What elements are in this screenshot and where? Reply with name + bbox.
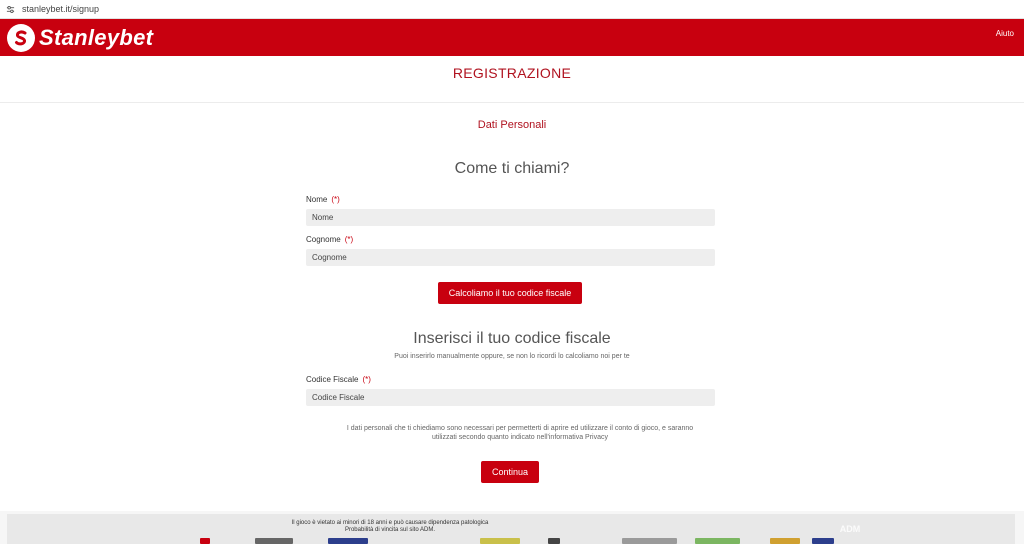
brand-name: Stanleybet	[39, 24, 154, 50]
required-marker: (*)	[362, 375, 371, 384]
calculate-fiscal-code-button[interactable]: Calcoliamo il tuo codice fiscale	[438, 282, 582, 304]
nome-label: Nome (*)	[306, 195, 340, 204]
nome-input[interactable]	[306, 209, 715, 226]
required-marker: (*)	[344, 235, 354, 244]
privacy-line-2: utilizzati secondo quanto indicato nell'…	[431, 434, 609, 441]
required-marker: (*)	[331, 195, 340, 204]
nome-label-text: Nome	[306, 195, 328, 204]
adm-logo: ADM	[839, 524, 861, 534]
partner-logo	[200, 538, 210, 544]
site-settings-icon[interactable]	[5, 4, 15, 14]
partner-logo	[812, 538, 834, 544]
page-title: REGISTRAZIONE	[452, 65, 572, 81]
privacy-notice: I dati personali che ti chiediamo sono n…	[320, 424, 720, 442]
privacy-line-1: I dati personali che ti chiediamo sono n…	[346, 425, 694, 432]
partner-logo	[770, 538, 800, 544]
partner-logo	[480, 538, 520, 544]
partner-logo	[695, 538, 740, 544]
url-text[interactable]: stanleybet.it/signup	[22, 4, 99, 14]
section-title: Dati Personali	[477, 119, 547, 131]
browser-address-bar[interactable]: stanleybet.it/signup	[0, 0, 1024, 19]
footer-line-2: Probabilità di vincita sul sito ADM.	[344, 527, 436, 533]
fiscal-code-hint: Puoi inserirlo manualmente oppure, se no…	[394, 353, 630, 360]
partner-logo	[255, 538, 293, 544]
codice-fiscale-input[interactable]	[306, 389, 715, 406]
name-question-heading: Come ti chiami?	[454, 160, 570, 177]
continue-button[interactable]: Continua	[481, 461, 539, 483]
partner-logo	[548, 538, 560, 544]
codice-fiscale-label: Codice Fiscale (*)	[306, 375, 371, 384]
fiscal-code-question-heading: Inserisci il tuo codice fiscale	[413, 330, 611, 347]
footer-line-1: Il gioco è vietato ai minori di 18 anni …	[291, 520, 489, 526]
cognome-label-text: Cognome	[306, 235, 341, 244]
site-header: Stanleybet Aiuto	[0, 19, 1024, 56]
cognome-input[interactable]	[306, 249, 715, 266]
brand-logo[interactable]: Stanleybet	[7, 22, 153, 53]
footer-disclaimer: Il gioco è vietato ai minori di 18 anni …	[260, 520, 520, 534]
help-link[interactable]: Aiuto	[996, 29, 1014, 38]
codice-fiscale-label-text: Codice Fiscale	[306, 375, 359, 384]
partner-logo	[622, 538, 677, 544]
stanleybet-logo-icon	[7, 23, 35, 52]
cognome-label: Cognome (*)	[306, 235, 353, 244]
partner-logo	[328, 538, 368, 544]
